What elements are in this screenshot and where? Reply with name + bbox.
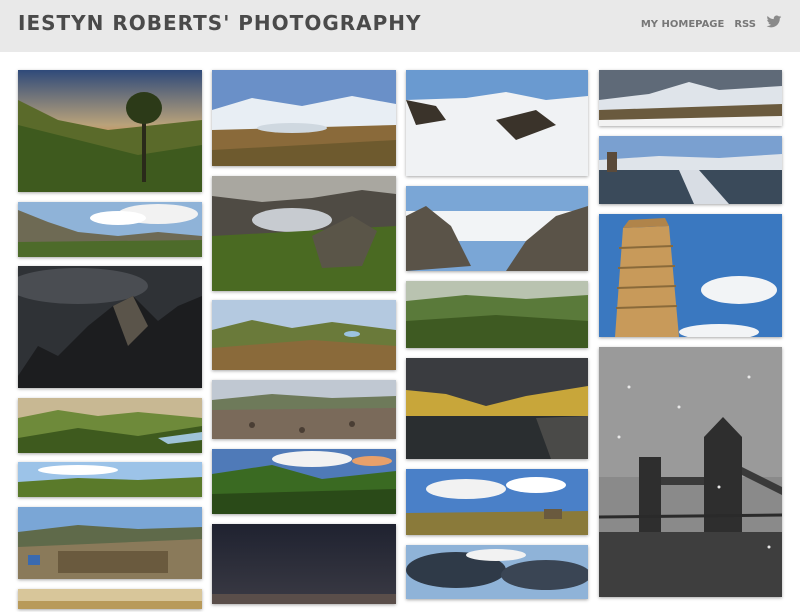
photo-hazy-green-valley[interactable] bbox=[406, 281, 588, 348]
photo-wide-green-plain[interactable] bbox=[18, 462, 202, 497]
photo-dark-dolomite-peaks[interactable] bbox=[18, 266, 202, 388]
photo-dramatic-clouds[interactable] bbox=[406, 545, 588, 599]
photo-frozen-lake-boardwalk[interactable] bbox=[599, 136, 782, 204]
photo-snowy-summit-tracks[interactable] bbox=[406, 70, 588, 176]
header-nav: MY HOMEPAGE RSS bbox=[641, 15, 782, 34]
photo-moorland-blue-sky[interactable] bbox=[406, 469, 588, 535]
photo-rocky-summit-panorama[interactable] bbox=[212, 380, 396, 439]
photo-hillside-tree-sunset[interactable] bbox=[18, 70, 202, 192]
photo-dark-dusk-sky[interactable] bbox=[212, 524, 396, 604]
twitter-bird-icon bbox=[766, 15, 782, 28]
site-header: IESTYN ROBERTS' PHOTOGRAPHY MY HOMEPAGE … bbox=[0, 0, 800, 52]
photo-green-hills-sunset-clouds[interactable] bbox=[212, 449, 396, 514]
photo-rocky-peaks-cloud-sea[interactable] bbox=[406, 186, 588, 271]
my-homepage-link[interactable]: MY HOMEPAGE bbox=[641, 18, 725, 32]
photo-lake-hills-boulder[interactable] bbox=[212, 176, 396, 291]
photo-rock-quarry-hikers[interactable] bbox=[18, 507, 202, 579]
site-title[interactable]: IESTYN ROBERTS' PHOTOGRAPHY bbox=[18, 10, 422, 36]
photo-mountain-ridge-clouds[interactable] bbox=[18, 202, 202, 257]
photo-green-valley-river[interactable] bbox=[18, 398, 202, 453]
photo-tower-bridge-snow[interactable] bbox=[599, 347, 782, 597]
rss-link[interactable]: RSS bbox=[734, 18, 756, 32]
photo-snowy-valley-lake[interactable] bbox=[212, 70, 396, 166]
photo-green-hills-dusk[interactable] bbox=[212, 300, 396, 370]
photo-lake-pier-golden-hills[interactable] bbox=[406, 358, 588, 459]
twitter-link[interactable] bbox=[766, 15, 782, 34]
photo-gallery bbox=[0, 52, 800, 612]
photo-golden-horizon[interactable] bbox=[18, 589, 202, 609]
photo-snowy-mountain-panorama[interactable] bbox=[599, 70, 782, 126]
photo-leaning-tower-pisa[interactable] bbox=[599, 214, 782, 337]
